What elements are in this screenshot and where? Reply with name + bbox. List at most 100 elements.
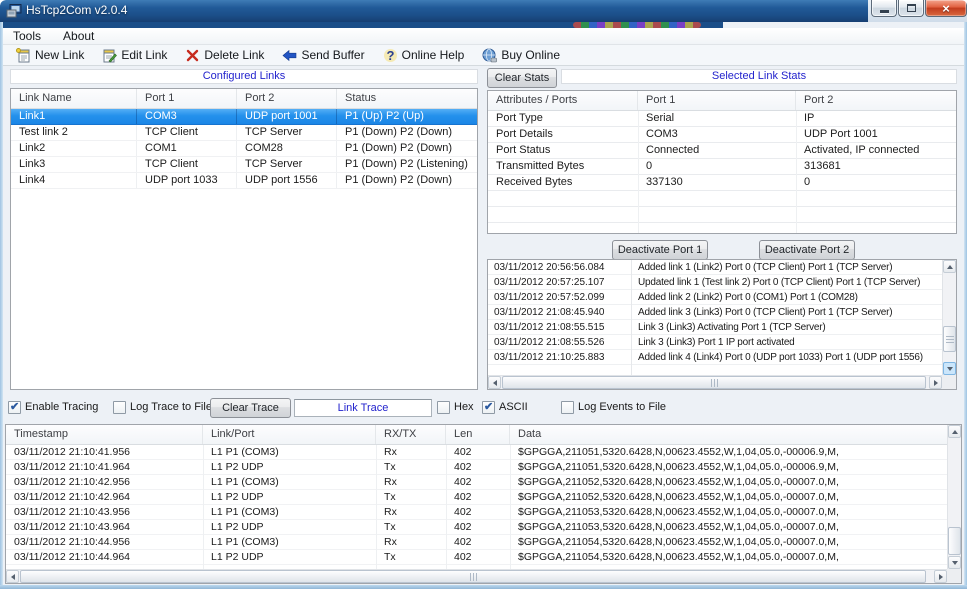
enable-tracing-label[interactable]: Enable Tracing (25, 400, 98, 414)
column-header-link-port[interactable]: Link/Port (203, 425, 376, 444)
event-timestamp: 03/11/2012 20:57:25.107 (488, 275, 631, 290)
trace-row[interactable]: 03/11/2012 21:10:41.964 L1 P2 UDP Tx 402… (6, 460, 947, 475)
cell-link-name: Link2 (11, 141, 137, 156)
events-hscroll-thumb[interactable] (502, 376, 926, 389)
trace-row[interactable]: 03/11/2012 21:10:43.956 L1 P1 (COM3) Rx … (6, 505, 947, 520)
scroll-right-button[interactable] (929, 376, 942, 389)
cell-status: P1 (Down) P2 (Down) (337, 141, 477, 156)
scroll-left-button[interactable] (488, 376, 501, 389)
event-row[interactable]: 03/11/2012 20:56:56.084 Added link 1 (Li… (488, 260, 942, 275)
event-row[interactable]: 03/11/2012 20:57:52.099 Added link 2 (Li… (488, 290, 942, 305)
column-header-stats-port1[interactable]: Port 1 (638, 91, 796, 110)
new-link-button[interactable]: New Link (7, 45, 93, 65)
events-scroll-thumb[interactable] (943, 326, 956, 352)
column-header-len[interactable]: Len (446, 425, 510, 444)
online-help-button[interactable]: ? Online Help (374, 45, 474, 65)
event-row[interactable]: 03/11/2012 21:08:55.515 Link 3 (Link3) A… (488, 320, 942, 335)
event-row[interactable]: 03/11/2012 21:08:55.526 Link 3 (Link3) P… (488, 335, 942, 350)
cell-status: P1 (Down) P2 (Down) (337, 125, 477, 140)
cell-timestamp: 03/11/2012 21:10:43.956 (6, 505, 203, 520)
scroll-up-button[interactable] (948, 425, 961, 438)
column-header-port1[interactable]: Port 1 (137, 89, 237, 108)
toolbar-label: Online Help (402, 48, 465, 62)
trace-horizontal-scrollbar[interactable] (6, 569, 947, 583)
trace-column-separator (203, 445, 204, 569)
log-events-checkbox[interactable] (561, 401, 574, 414)
trace-row[interactable]: 03/11/2012 21:10:44.964 L1 P2 UDP Tx 402… (6, 550, 947, 565)
log-trace-label[interactable]: Log Trace to File (130, 400, 212, 414)
trace-row[interactable]: 03/11/2012 21:10:43.964 L1 P2 UDP Tx 402… (6, 520, 947, 535)
scroll-down-button[interactable] (948, 556, 961, 569)
cell-attribute: Port Status (488, 143, 638, 158)
event-row[interactable]: 03/11/2012 21:08:45.940 Added link 3 (Li… (488, 305, 942, 320)
event-timestamp: 03/11/2012 21:08:45.940 (488, 305, 631, 320)
link-row[interactable]: Link4 UDP port 1033 UDP port 1556 P1 (Do… (11, 173, 477, 189)
configured-links-header: Link Name Port 1 Port 2 Status (11, 89, 477, 109)
trace-row[interactable]: 03/11/2012 21:10:42.956 L1 P1 (COM3) Rx … (6, 475, 947, 490)
trace-column-separator (510, 445, 511, 569)
hex-label[interactable]: Hex (454, 400, 474, 414)
arrow-up-icon (952, 430, 958, 434)
cell-port2: COM28 (237, 141, 337, 156)
send-buffer-button[interactable]: Send Buffer (273, 45, 373, 65)
events-vertical-scrollbar[interactable] (942, 260, 956, 375)
minimize-button[interactable] (871, 0, 897, 17)
log-trace-checkbox[interactable] (113, 401, 126, 414)
column-header-rxtx[interactable]: RX/TX (376, 425, 446, 444)
delete-link-button[interactable]: Delete Link (176, 45, 273, 65)
cell-port2: UDP port 1556 (237, 173, 337, 188)
cell-link-name: Test link 2 (11, 125, 137, 140)
column-header-timestamp[interactable]: Timestamp (6, 425, 203, 444)
deactivate-port1-button[interactable]: Deactivate Port 1 (612, 240, 708, 260)
trace-hscroll-thumb[interactable] (20, 570, 926, 583)
cell-rxtx: Rx (376, 475, 446, 490)
trace-row[interactable]: 03/11/2012 21:10:44.956 L1 P1 (COM3) Rx … (6, 535, 947, 550)
ascii-checkbox[interactable] (482, 401, 495, 414)
scroll-down-button[interactable] (943, 362, 956, 375)
trace-scroll-thumb[interactable] (948, 527, 961, 555)
link-row[interactable]: Link1 COM3 UDP port 1001 P1 (Up) P2 (Up) (11, 109, 477, 125)
menu-tools[interactable]: Tools (13, 29, 41, 43)
clear-trace-button[interactable]: Clear Trace (210, 398, 291, 418)
stat-row[interactable]: Transmitted Bytes 0 313681 (488, 159, 956, 175)
ascii-label[interactable]: ASCII (499, 400, 528, 414)
app-icon (6, 3, 22, 19)
column-header-data[interactable]: Data (510, 425, 947, 444)
hex-checkbox[interactable] (437, 401, 450, 414)
trace-row[interactable]: 03/11/2012 21:10:42.964 L1 P2 UDP Tx 402… (6, 490, 947, 505)
edit-link-button[interactable]: Edit Link (93, 45, 176, 65)
column-header-port2[interactable]: Port 2 (237, 89, 337, 108)
scroll-up-button[interactable] (943, 260, 956, 273)
link-row[interactable]: Test link 2 TCP Client TCP Server P1 (Do… (11, 125, 477, 141)
cell-attribute: Received Bytes (488, 175, 638, 190)
log-events-label[interactable]: Log Events to File (578, 400, 666, 414)
stat-row[interactable]: Port Status Connected Activated, IP conn… (488, 143, 956, 159)
clear-stats-button[interactable]: Clear Stats (487, 68, 557, 88)
column-header-link-name[interactable]: Link Name (11, 89, 137, 108)
link-row[interactable]: Link2 COM1 COM28 P1 (Down) P2 (Down) (11, 141, 477, 157)
cell-len: 402 (446, 460, 510, 475)
column-header-attributes[interactable]: Attributes / Ports (488, 91, 638, 110)
event-row[interactable]: 03/11/2012 20:57:25.107 Updated link 1 (… (488, 275, 942, 290)
menu-about[interactable]: About (63, 29, 94, 43)
column-header-status[interactable]: Status (337, 89, 477, 108)
deactivate-port2-button[interactable]: Deactivate Port 2 (759, 240, 855, 260)
stat-row[interactable]: Port Type Serial IP (488, 111, 956, 127)
event-message: Updated link 1 (Test link 2) Port 0 (TCP… (631, 275, 942, 290)
event-row[interactable]: 03/11/2012 21:10:25.883 Added link 4 (Li… (488, 350, 942, 365)
close-button[interactable]: × (925, 0, 967, 17)
edit-link-icon (102, 48, 117, 63)
stat-row[interactable]: Port Details COM3 UDP Port 1001 (488, 127, 956, 143)
stat-row[interactable]: Received Bytes 337130 0 (488, 175, 956, 191)
maximize-button[interactable] (898, 0, 924, 17)
scroll-right-button[interactable] (934, 570, 947, 583)
trace-row[interactable]: 03/11/2012 21:10:41.956 L1 P1 (COM3) Rx … (6, 445, 947, 460)
scroll-left-button[interactable] (6, 570, 19, 583)
trace-vertical-scrollbar[interactable] (947, 425, 961, 569)
column-header-stats-port2[interactable]: Port 2 (796, 91, 956, 110)
enable-tracing-checkbox[interactable] (8, 401, 21, 414)
buy-online-button[interactable]: Buy Online (473, 45, 569, 65)
titlebar[interactable] (0, 0, 868, 22)
link-row[interactable]: Link3 TCP Client TCP Server P1 (Down) P2… (11, 157, 477, 173)
events-horizontal-scrollbar[interactable] (488, 375, 942, 389)
